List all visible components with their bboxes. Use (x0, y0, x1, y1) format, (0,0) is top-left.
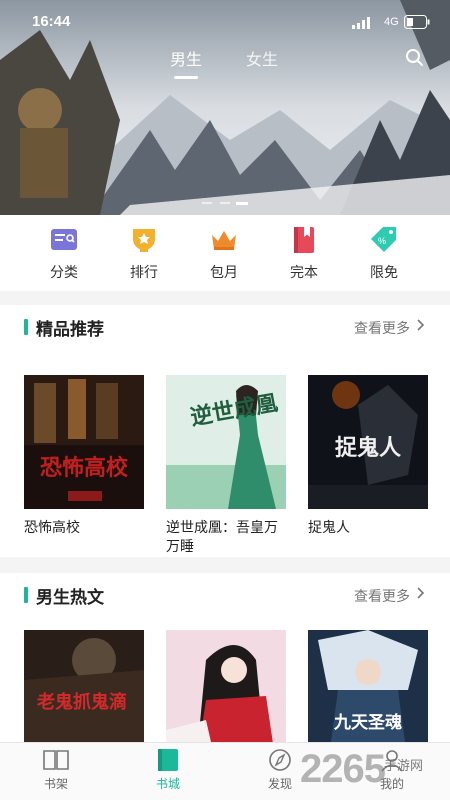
section-header: 精品推荐 查看更多 (0, 305, 450, 345)
section-accent-bar (24, 319, 28, 335)
nav-label: 书城 (155, 777, 180, 791)
app-screen: 16:44 4G 男生 女生 分类 排行 包月 完本 % 限免 精品推荐 查看更… (0, 0, 450, 800)
nav-label: 书架 (43, 777, 68, 791)
quick-nav-free[interactable]: % 限免 (354, 225, 414, 282)
watermark-text: 手游网 (384, 759, 424, 774)
cover-title: 老鬼抓鬼滴 (37, 691, 127, 713)
section-accent-bar (24, 587, 28, 603)
status-time: 16:44 (32, 13, 71, 30)
book-card[interactable]: 逆世成凰 逆世成凰：吾皇万万睡 (166, 375, 286, 557)
section-male-hot: 男生热文 查看更多 老鬼抓鬼滴 九天圣魂 (0, 573, 450, 764)
hero-banner[interactable]: 16:44 4G 男生 女生 (0, 0, 450, 215)
book-title: 捉鬼人 (308, 520, 350, 536)
section-header: 男生热文 查看更多 (0, 573, 450, 613)
section-title: 男生热文 (36, 588, 104, 608)
status-bar: 16:44 4G (0, 0, 450, 44)
section-title: 精品推荐 (36, 320, 104, 340)
quick-nav-category[interactable]: 分类 (34, 225, 94, 282)
nav-bookshelf[interactable]: 书架 (26, 747, 86, 792)
carousel-indicator (202, 202, 248, 205)
view-more-link[interactable]: 查看更多 (354, 586, 410, 606)
cover-title: 恐怖高校 (40, 455, 129, 481)
compass-icon (269, 749, 291, 771)
search-icon[interactable] (405, 48, 425, 68)
book-title: 恐怖高校 (24, 520, 80, 536)
crown-icon (212, 231, 236, 250)
quick-nav-label: 分类 (50, 265, 78, 281)
quick-nav-label: 包月 (210, 265, 238, 281)
gender-tabs: 男生 女生 (0, 46, 450, 79)
category-icon (51, 229, 77, 250)
site-watermark: 2265 手游网 (300, 745, 450, 795)
cover-title: 九天圣魂 (333, 712, 402, 733)
tab-male[interactable]: 男生 (170, 46, 202, 79)
book-card[interactable]: 恐怖高校 恐怖高校 (24, 375, 144, 538)
quick-nav: 分类 排行 包月 完本 % 限免 (0, 215, 450, 291)
ranking-icon (133, 229, 155, 252)
bookshelf-icon (43, 750, 69, 770)
watermark-number: 2265 (300, 747, 386, 791)
book-title: 逆世成凰：吾皇万万睡 (166, 520, 278, 555)
free-tag-icon: % (371, 227, 396, 252)
quick-nav-label: 限免 (370, 265, 398, 281)
chevron-right-icon[interactable] (416, 317, 426, 333)
book-cover: 逆世成凰 (166, 375, 286, 509)
network-type: 4G (384, 16, 399, 28)
quick-nav-monthly[interactable]: 包月 (194, 225, 254, 282)
book-cover: 恐怖高校 (24, 375, 144, 509)
view-more-link[interactable]: 查看更多 (354, 318, 410, 338)
section-featured: 精品推荐 查看更多 恐怖高校 恐怖高校 逆世成凰 逆世成凰：吾皇万万睡 捉鬼人 … (0, 305, 450, 557)
quick-nav-label: 完本 (290, 265, 318, 281)
book-icon (294, 227, 314, 253)
bookstore-icon (158, 749, 178, 771)
svg-text:%: % (378, 236, 386, 246)
book-card[interactable]: 捉鬼人 捉鬼人 (308, 375, 428, 538)
cover-title: 捉鬼人 (335, 435, 401, 461)
quick-nav-ranking[interactable]: 排行 (114, 225, 174, 282)
chevron-right-icon[interactable] (416, 585, 426, 601)
battery-icon (404, 15, 430, 29)
signal-icon (352, 17, 370, 29)
book-cover: 捉鬼人 (308, 375, 428, 509)
tab-female[interactable]: 女生 (246, 46, 278, 70)
quick-nav-label: 排行 (130, 265, 158, 281)
nav-bookstore[interactable]: 书城 (138, 747, 198, 792)
quick-nav-completed[interactable]: 完本 (274, 225, 334, 282)
